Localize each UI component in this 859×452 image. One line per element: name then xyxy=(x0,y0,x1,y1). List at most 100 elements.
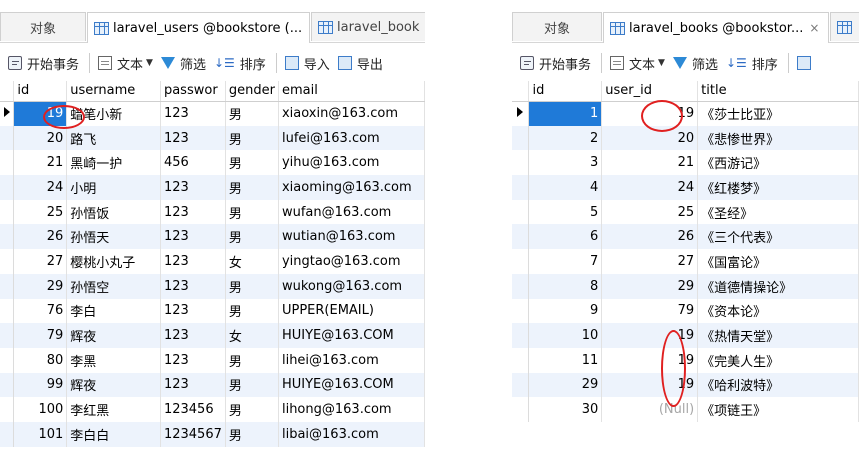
tab-objects[interactable]: 对象 xyxy=(512,12,602,41)
table-cell[interactable]: 123 xyxy=(160,249,226,274)
table-cell[interactable]: 4 xyxy=(528,175,603,200)
table-cell[interactable]: 19 xyxy=(601,323,699,348)
table-row[interactable]: 4 24 《红楼梦》 xyxy=(512,175,859,200)
table-cell[interactable]: libai@163.com xyxy=(278,421,425,447)
table-cell[interactable]: 123 xyxy=(160,101,226,126)
table-cell[interactable]: 123 xyxy=(160,175,226,200)
table-cell[interactable]: 123 xyxy=(160,372,226,398)
table-row[interactable]: 29 孙悟空 123 男 wukong@163.com xyxy=(0,273,425,299)
row-indicator[interactable] xyxy=(0,175,15,200)
row-indicator[interactable] xyxy=(0,347,15,373)
table-row[interactable]: 8 29 《道德情操论》 xyxy=(512,273,859,299)
table-row[interactable]: 100 李红黑 123456 男 lihong@163.com xyxy=(0,397,425,422)
row-indicator[interactable] xyxy=(0,101,15,126)
table-cell[interactable]: 20 xyxy=(13,125,68,151)
row-indicator[interactable] xyxy=(0,397,15,422)
table-cell[interactable]: yihu@163.com xyxy=(278,150,425,176)
table-cell[interactable]: 《圣经》 xyxy=(697,199,859,225)
table-cell[interactable]: xiaoming@163.com xyxy=(278,175,425,200)
table-cell[interactable]: 19 xyxy=(601,372,699,398)
table-cell[interactable]: 男 xyxy=(225,397,279,422)
table-cell[interactable]: 男 xyxy=(225,101,279,126)
table-cell[interactable]: 20 xyxy=(601,125,699,151)
table-row[interactable]: 5 25 《圣经》 xyxy=(512,199,859,225)
table-row[interactable]: 10 19 《热情天堂》 xyxy=(512,323,859,348)
table-cell[interactable]: 26 xyxy=(13,224,68,250)
table-cell[interactable]: 2 xyxy=(528,125,603,151)
table-cell[interactable]: UPPER(EMAIL) xyxy=(278,298,425,324)
table-cell[interactable]: xiaoxin@163.com xyxy=(278,101,425,126)
row-indicator[interactable] xyxy=(512,397,530,422)
table-cell[interactable]: 《悲惨世界》 xyxy=(697,125,859,151)
table-cell[interactable]: 男 xyxy=(225,150,279,176)
table-cell[interactable]: 8 xyxy=(528,273,603,299)
table-cell[interactable]: 19 xyxy=(13,101,68,126)
table-cell[interactable]: HUIYE@163.COM xyxy=(278,323,425,348)
table-cell[interactable]: 99 xyxy=(13,372,68,398)
table-cell[interactable]: 27 xyxy=(13,249,68,274)
table-cell[interactable]: wufan@163.com xyxy=(278,199,425,225)
table-cell[interactable]: 《道德情操论》 xyxy=(697,273,859,299)
table-cell[interactable]: 1234567 xyxy=(160,421,226,447)
table-row[interactable]: 79 辉夜 123 女 HUIYE@163.COM xyxy=(0,323,425,348)
row-indicator[interactable] xyxy=(512,273,530,299)
begin-transaction-button[interactable]: 开始事务 xyxy=(520,54,591,73)
table-row[interactable]: 21 黑崎一护 456 男 yihu@163.com xyxy=(0,150,425,176)
table-cell[interactable]: 《哈利波特》 xyxy=(697,372,859,398)
import-button[interactable] xyxy=(796,56,816,70)
close-icon[interactable]: × xyxy=(809,21,819,35)
table-cell[interactable]: 30 xyxy=(528,397,603,422)
table-cell[interactable]: 123 xyxy=(160,298,226,324)
row-indicator[interactable] xyxy=(512,347,530,373)
table-cell[interactable]: 辉夜 xyxy=(66,372,161,398)
table-row[interactable]: 11 19 《完美人生》 xyxy=(512,347,859,373)
begin-transaction-button[interactable]: 开始事务 xyxy=(8,54,79,73)
table-cell[interactable]: 21 xyxy=(13,150,68,176)
table-cell[interactable]: lihei@163.com xyxy=(278,347,425,373)
table-cell[interactable]: wukong@163.com xyxy=(278,273,425,299)
table-cell[interactable]: 79 xyxy=(13,323,68,348)
tab-laravel-books[interactable]: laravel_book xyxy=(311,12,425,41)
table-cell[interactable]: 29 xyxy=(601,273,699,299)
table-cell[interactable]: 123 xyxy=(160,347,226,373)
table-cell[interactable]: 男 xyxy=(225,175,279,200)
table-cell[interactable]: 25 xyxy=(13,199,68,225)
table-cell[interactable]: 123 xyxy=(160,199,226,225)
table-cell[interactable]: 《国富论》 xyxy=(697,249,859,274)
table-cell[interactable]: 123 xyxy=(160,323,226,348)
row-indicator[interactable] xyxy=(0,298,15,324)
row-indicator[interactable] xyxy=(512,175,530,200)
table-cell[interactable]: 11 xyxy=(528,347,603,373)
table-cell[interactable]: 《完美人生》 xyxy=(697,347,859,373)
table-cell[interactable]: 123 xyxy=(160,224,226,250)
tab-more[interactable] xyxy=(830,12,859,41)
row-indicator[interactable] xyxy=(0,249,15,274)
table-row[interactable]: 80 李黑 123 男 lihei@163.com xyxy=(0,347,425,373)
row-indicator[interactable] xyxy=(0,224,15,250)
table-cell[interactable]: 樱桃小丸子 xyxy=(66,249,161,274)
table-cell[interactable]: 24 xyxy=(601,175,699,200)
table-cell[interactable]: 6 xyxy=(528,224,603,250)
table-cell[interactable]: 男 xyxy=(225,199,279,225)
table-cell[interactable]: 路飞 xyxy=(66,125,161,151)
column-header[interactable]: title xyxy=(697,81,859,102)
table-cell[interactable]: 《西游记》 xyxy=(697,150,859,176)
table-cell[interactable]: 孙悟饭 xyxy=(66,199,161,225)
row-indicator[interactable] xyxy=(0,125,15,151)
import-button[interactable]: 导入 xyxy=(284,54,330,73)
text-button[interactable]: 文本 ▼ xyxy=(610,54,665,73)
table-cell[interactable]: 26 xyxy=(601,224,699,250)
table-cell[interactable]: (Null) xyxy=(601,397,699,422)
sort-button[interactable]: ↓☰ 排序 xyxy=(726,54,778,73)
filter-button[interactable]: 筛选 xyxy=(160,54,206,73)
table-cell[interactable]: 100 xyxy=(13,397,68,422)
table-cell[interactable]: 女 xyxy=(225,249,279,274)
table-row[interactable]: 1 19 《莎士比亚》 xyxy=(512,101,859,126)
table-cell[interactable]: 男 xyxy=(225,224,279,250)
table-cell[interactable]: 李白 xyxy=(66,298,161,324)
row-indicator[interactable] xyxy=(0,150,15,176)
table-cell[interactable]: 男 xyxy=(225,273,279,299)
table-cell[interactable]: 456 xyxy=(160,150,226,176)
table-cell[interactable]: 男 xyxy=(225,298,279,324)
table-row[interactable]: 7 27 《国富论》 xyxy=(512,249,859,274)
